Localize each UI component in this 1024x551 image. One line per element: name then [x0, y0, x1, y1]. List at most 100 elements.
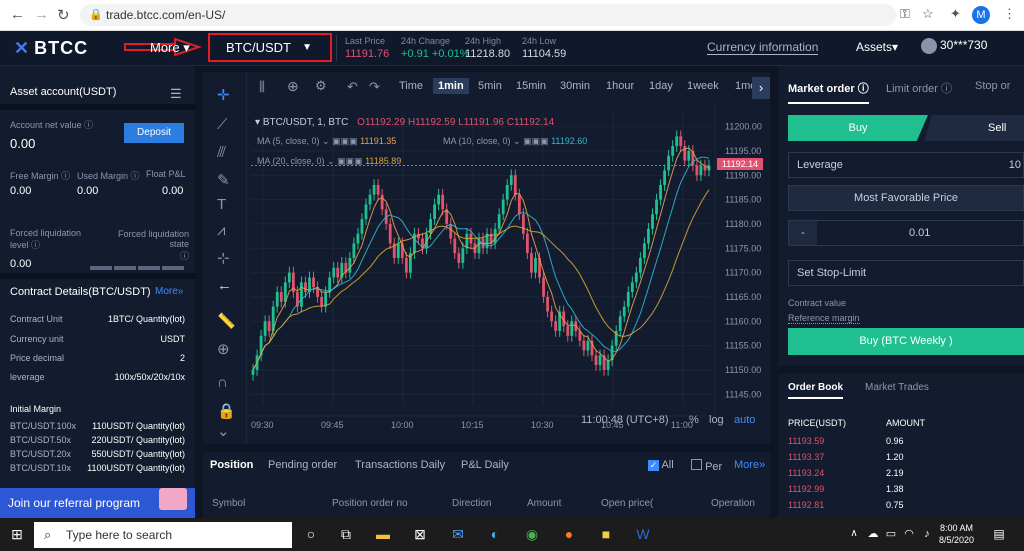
tf-1day[interactable]: 1day — [649, 80, 673, 92]
per-checkbox[interactable]: Per — [691, 459, 722, 473]
chrome-icon[interactable]: ◉ — [523, 525, 541, 543]
word-icon[interactable]: W — [634, 525, 652, 543]
deposit-button[interactable]: Deposit — [124, 123, 184, 143]
magnet-icon[interactable]: ∩ — [217, 374, 228, 391]
pitchfork-icon[interactable]: ⫻ — [217, 144, 226, 161]
btcc-logo[interactable]: ✕ BTCC — [14, 38, 88, 59]
tab-position[interactable]: Position — [210, 459, 253, 471]
windows-start-icon[interactable]: ⊞ — [8, 525, 26, 543]
col-direction: Direction — [452, 498, 492, 509]
edge-icon[interactable]: ◐ — [486, 525, 504, 543]
tab-market-trades[interactable]: Market Trades — [865, 382, 929, 393]
quantity-stepper[interactable]: -0.01 — [788, 220, 1024, 246]
taskbar-clock[interactable]: 8:00 AM 8/5/2020 — [939, 522, 974, 546]
tab-transactions-daily[interactable]: Transactions Daily — [355, 459, 445, 471]
chevron-down-icon[interactable]: ⌄ — [217, 422, 230, 440]
candle — [534, 258, 537, 273]
wifi-icon[interactable]: ◠ — [900, 525, 918, 543]
log-toggle[interactable]: log — [709, 414, 724, 426]
volume-icon[interactable]: ♪ — [918, 525, 936, 543]
contract-more-link[interactable]: More» — [155, 286, 183, 297]
candle-type-icon[interactable]: ⫼ — [259, 79, 265, 95]
all-checkbox[interactable]: ✓ All — [648, 459, 674, 471]
sell-button[interactable]: Sell — [924, 115, 1024, 141]
zoom-in-icon[interactable]: ⊕ — [217, 340, 230, 358]
ruler-icon[interactable]: 📏 — [217, 312, 236, 330]
menu-kebab-icon[interactable]: ⋮ — [1003, 6, 1016, 22]
stop-limit-field[interactable]: Set Stop-Limit — [788, 260, 1024, 286]
back-arrow-icon[interactable]: ← — [217, 277, 232, 294]
col-amount: Amount — [527, 498, 562, 509]
key-icon[interactable]: ⚿ — [900, 6, 910, 22]
chevron-up-icon[interactable]: ∧ — [845, 525, 863, 543]
auto-toggle[interactable]: auto — [734, 414, 755, 426]
orderbook-row[interactable]: 11192.81 0.75 — [788, 500, 1024, 510]
tf-30min[interactable]: 30min — [560, 80, 590, 92]
chevron-right-icon[interactable]: › — [752, 77, 770, 99]
buy-weekly-button[interactable]: Buy (BTC Weekly ) — [788, 328, 1024, 355]
orderbook-row[interactable]: 11193.37 1.20 — [788, 452, 1024, 462]
tf-5min[interactable]: 5min — [478, 80, 502, 92]
firefox-icon[interactable]: ● — [560, 525, 578, 543]
sticky-notes-icon[interactable]: ■ — [597, 525, 615, 543]
taskbar-search[interactable]: ⌕ Type here to search — [34, 522, 292, 548]
tab-limit-order[interactable]: Limit order ⓘ — [886, 80, 952, 96]
tf-1hour[interactable]: 1hour — [606, 80, 634, 92]
tab-stop-order[interactable]: Stop or — [975, 80, 1010, 92]
forward-icon[interactable]: → — [34, 6, 49, 23]
orderbook-row[interactable]: 11193.59 0.96 — [788, 436, 1024, 446]
tab-order-book[interactable]: Order Book — [788, 382, 844, 399]
list-menu-icon[interactable]: ☰ — [170, 86, 182, 102]
lock-drawings-icon[interactable]: 🔒 — [217, 402, 236, 420]
file-explorer-icon[interactable]: ▬ — [374, 525, 392, 543]
network-icon[interactable]: ▭ — [882, 525, 900, 543]
referral-banner[interactable]: Join our referral program — [0, 488, 195, 518]
task-view-icon[interactable]: ⧉ — [337, 525, 355, 543]
candle — [332, 267, 336, 278]
tab-pending-order[interactable]: Pending order — [268, 459, 337, 471]
store-icon[interactable]: ⊠ — [411, 525, 429, 543]
back-icon[interactable]: ← — [10, 6, 25, 23]
tab-pl-daily[interactable]: P&L Daily — [461, 459, 509, 471]
leverage-field[interactable]: Leverage 10 — [788, 152, 1024, 178]
tf-15min[interactable]: 15min — [516, 80, 546, 92]
redo-icon[interactable]: ↷ — [369, 79, 380, 95]
orderbook-row[interactable]: 11192.99 1.38 — [788, 484, 1024, 494]
star-icon[interactable]: ☆ — [922, 6, 934, 22]
pair-selector[interactable]: BTC/USDT ▼ — [208, 33, 332, 62]
prediction-icon[interactable]: ⊹ — [217, 249, 230, 267]
most-favorable-price[interactable]: Most Favorable Price — [788, 185, 1024, 211]
reference-margin-label[interactable]: Reference margin — [788, 313, 860, 324]
profile-avatar[interactable]: M — [972, 6, 990, 24]
trend-line-icon[interactable]: ⟋ — [217, 116, 228, 133]
undo-icon[interactable]: ↶ — [347, 79, 358, 95]
crosshair-icon[interactable]: ✛ — [217, 86, 230, 104]
orderbook-row[interactable]: 11193.24 2.19 — [788, 468, 1024, 478]
reload-icon[interactable]: ↻ — [57, 6, 70, 24]
settings-icon[interactable]: ⚙ — [315, 78, 327, 94]
tab-market-order[interactable]: Market order ⓘ — [788, 80, 869, 104]
tf-1min[interactable]: 1min — [433, 78, 469, 94]
cloud-icon[interactable]: ☁ — [864, 525, 882, 543]
tf-1week[interactable]: 1week — [687, 80, 719, 92]
bottom-more-link[interactable]: More» — [734, 459, 765, 471]
more-menu[interactable]: More ▾ — [150, 40, 190, 56]
extensions-icon[interactable]: ✦ — [950, 6, 961, 22]
pattern-icon[interactable]: ⩘ — [217, 222, 225, 239]
address-bar[interactable]: 🔒 trade.btcc.com/en-US/ — [80, 4, 896, 26]
add-indicator-icon[interactable]: ⊕ — [287, 78, 299, 95]
user-menu[interactable]: 30***730 — [921, 38, 987, 54]
brush-icon[interactable]: ✎ — [217, 171, 230, 189]
cortana-icon[interactable]: ○ — [302, 525, 320, 543]
currency-info-link[interactable]: Currency information — [707, 40, 819, 55]
buy-button[interactable]: Buy — [788, 115, 928, 141]
mail-icon[interactable]: ✉ — [449, 525, 467, 543]
text-tool-icon[interactable]: T — [217, 196, 226, 213]
tf-time[interactable]: Time — [399, 80, 423, 92]
col-position-order-no: Position order no — [332, 498, 408, 509]
candlestick-chart[interactable]: 11200.00 11195.00 11190.00 11185.00 11180.00… — [247, 104, 770, 444]
percent-toggle[interactable]: % — [689, 414, 699, 426]
candle — [618, 316, 622, 331]
assets-menu[interactable]: Assets▾ — [856, 40, 898, 54]
notifications-icon[interactable]: ▤ — [990, 525, 1008, 543]
